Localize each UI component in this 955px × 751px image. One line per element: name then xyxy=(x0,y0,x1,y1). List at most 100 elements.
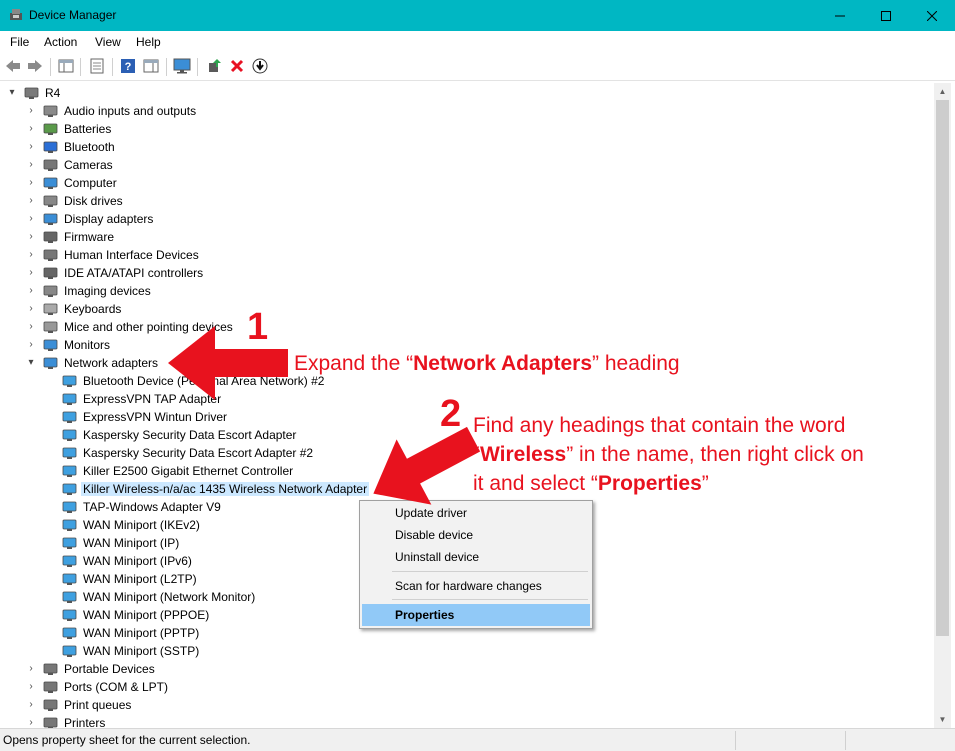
ide-controller-icon xyxy=(43,267,58,279)
chevron-right-icon[interactable]: › xyxy=(26,231,36,243)
tree-item-label: WAN Miniport (IP) xyxy=(83,536,180,550)
uninstall-device-button[interactable] xyxy=(228,57,246,75)
enable-device-button[interactable] xyxy=(251,57,269,75)
tree-item-label: Monitors xyxy=(64,338,111,352)
chevron-right-icon[interactable]: › xyxy=(26,105,36,117)
console-tree-icon xyxy=(58,59,74,73)
chevron-right-icon[interactable]: › xyxy=(26,249,36,261)
tree-item-label: Keyboards xyxy=(64,302,122,316)
scrollbar-thumb[interactable] xyxy=(936,100,949,636)
chevron-right-icon[interactable]: › xyxy=(26,213,36,225)
monitor-scan-icon xyxy=(173,58,191,74)
scroll-down-arrow-icon[interactable]: ▼ xyxy=(934,711,951,728)
network-adapter-icon xyxy=(62,411,77,423)
chevron-right-icon[interactable]: › xyxy=(26,285,36,297)
status-bar: Opens property sheet for the current sel… xyxy=(0,728,955,751)
menu-help[interactable]: Help xyxy=(136,35,161,49)
chevron-right-icon[interactable]: › xyxy=(26,123,36,135)
chevron-down-icon[interactable]: ▾ xyxy=(26,357,36,369)
close-button[interactable] xyxy=(909,0,955,31)
keyboard-icon xyxy=(43,303,58,315)
tree-category[interactable]: › Printers xyxy=(0,714,934,728)
show-hide-console-tree-button[interactable] xyxy=(57,57,75,75)
update-driver-button[interactable] xyxy=(205,57,223,75)
menu-item-uninstall-device[interactable]: Uninstall device xyxy=(362,546,590,568)
chevron-right-icon[interactable]: › xyxy=(26,267,36,279)
display-adapter-icon xyxy=(43,213,58,225)
chevron-right-icon[interactable]: › xyxy=(26,195,36,207)
tree-category[interactable]: › Batteries xyxy=(0,120,934,138)
tree-category[interactable]: › Bluetooth xyxy=(0,138,934,156)
menu-item-update-driver[interactable]: Update driver xyxy=(362,502,590,524)
red-x-icon xyxy=(230,59,244,73)
title-bar: Device Manager xyxy=(0,0,955,31)
chevron-right-icon[interactable]: › xyxy=(26,321,36,333)
tree-category[interactable]: › Human Interface Devices xyxy=(0,246,934,264)
imaging-device-icon xyxy=(43,285,58,297)
properties-toolbar-button[interactable] xyxy=(88,57,106,75)
tree-item-label: Imaging devices xyxy=(64,284,151,298)
speaker-icon xyxy=(43,105,58,117)
tree-category[interactable]: › Keyboards xyxy=(0,300,934,318)
tree-category[interactable]: › Cameras xyxy=(0,156,934,174)
menu-bar: File Action View Help xyxy=(0,31,955,53)
chevron-right-icon[interactable]: › xyxy=(26,681,36,693)
tree-item-label: Print queues xyxy=(64,698,132,712)
maximize-button[interactable] xyxy=(863,0,909,31)
tree-category[interactable]: › Firmware xyxy=(0,228,934,246)
scan-hardware-button[interactable] xyxy=(173,57,191,75)
vertical-scrollbar[interactable]: ▲ ▼ xyxy=(934,83,951,728)
tree-category[interactable]: › Display adapters xyxy=(0,210,934,228)
menu-item-properties[interactable]: Properties xyxy=(362,604,590,626)
tree-item-label: IDE ATA/ATAPI controllers xyxy=(64,266,204,280)
chevron-right-icon[interactable]: › xyxy=(26,717,36,728)
menu-separator xyxy=(392,599,588,600)
chevron-right-icon[interactable]: › xyxy=(26,159,36,171)
back-button[interactable] xyxy=(4,57,22,75)
tree-item-label: TAP-Windows Adapter V9 xyxy=(83,500,221,514)
tree-category[interactable]: › Portable Devices xyxy=(0,660,934,678)
tree-network-adapter[interactable]: ExpressVPN TAP Adapter xyxy=(0,390,934,408)
menu-item-scan-hardware[interactable]: Scan for hardware changes xyxy=(362,575,590,597)
chevron-right-icon[interactable]: › xyxy=(26,177,36,189)
tree-item-label: Killer Wireless-n/a/ac 1435 Wireless Net… xyxy=(81,482,370,496)
chevron-right-icon[interactable]: › xyxy=(26,663,36,675)
tree-category[interactable]: › Computer xyxy=(0,174,934,192)
menu-view[interactable]: View xyxy=(95,35,121,49)
menu-item-disable-device[interactable]: Disable device xyxy=(362,524,590,546)
tree-category[interactable]: › Disk drives xyxy=(0,192,934,210)
tree-category[interactable]: › Mice and other pointing devices xyxy=(0,318,934,336)
help-button[interactable]: ? xyxy=(119,57,137,75)
tree-root[interactable]: ▾ R4 xyxy=(0,84,934,102)
context-menu: Update driver Disable device Uninstall d… xyxy=(359,500,593,629)
minimize-button[interactable] xyxy=(817,0,863,31)
network-adapter-icon xyxy=(62,645,77,657)
chevron-right-icon[interactable]: › xyxy=(26,339,36,351)
chevron-down-icon[interactable]: ▾ xyxy=(7,87,17,99)
computer-icon xyxy=(24,87,39,99)
menu-action[interactable]: Action xyxy=(44,35,77,49)
tree-category[interactable]: › Audio inputs and outputs xyxy=(0,102,934,120)
tree-category[interactable]: › Imaging devices xyxy=(0,282,934,300)
network-adapter-icon xyxy=(62,393,77,405)
tree-category[interactable]: › Print queues xyxy=(0,696,934,714)
chevron-right-icon[interactable]: › xyxy=(26,699,36,711)
tree-item-label: Printers xyxy=(64,716,106,728)
tree-item-label: Portable Devices xyxy=(64,662,155,676)
action-pane-button[interactable] xyxy=(142,57,160,75)
tree-item-label: Killer E2500 Gigabit Ethernet Controller xyxy=(83,464,294,478)
tree-network-adapter[interactable]: WAN Miniport (SSTP) xyxy=(0,642,934,660)
chevron-right-icon[interactable]: › xyxy=(26,141,36,153)
scroll-up-arrow-icon[interactable]: ▲ xyxy=(934,83,951,100)
network-adapter-icon xyxy=(62,375,77,387)
action-pane-icon xyxy=(143,59,159,73)
tree-category[interactable]: › Ports (COM & LPT) xyxy=(0,678,934,696)
menu-item-label: Uninstall device xyxy=(395,550,480,564)
forward-button[interactable] xyxy=(26,57,44,75)
menu-file[interactable]: File xyxy=(10,35,29,49)
chevron-right-icon[interactable]: › xyxy=(26,303,36,315)
tree-category[interactable]: › IDE ATA/ATAPI controllers xyxy=(0,264,934,282)
svg-text:?: ? xyxy=(125,61,132,73)
tree-item-label: Network adapters xyxy=(64,356,159,370)
printer-icon xyxy=(43,717,58,728)
